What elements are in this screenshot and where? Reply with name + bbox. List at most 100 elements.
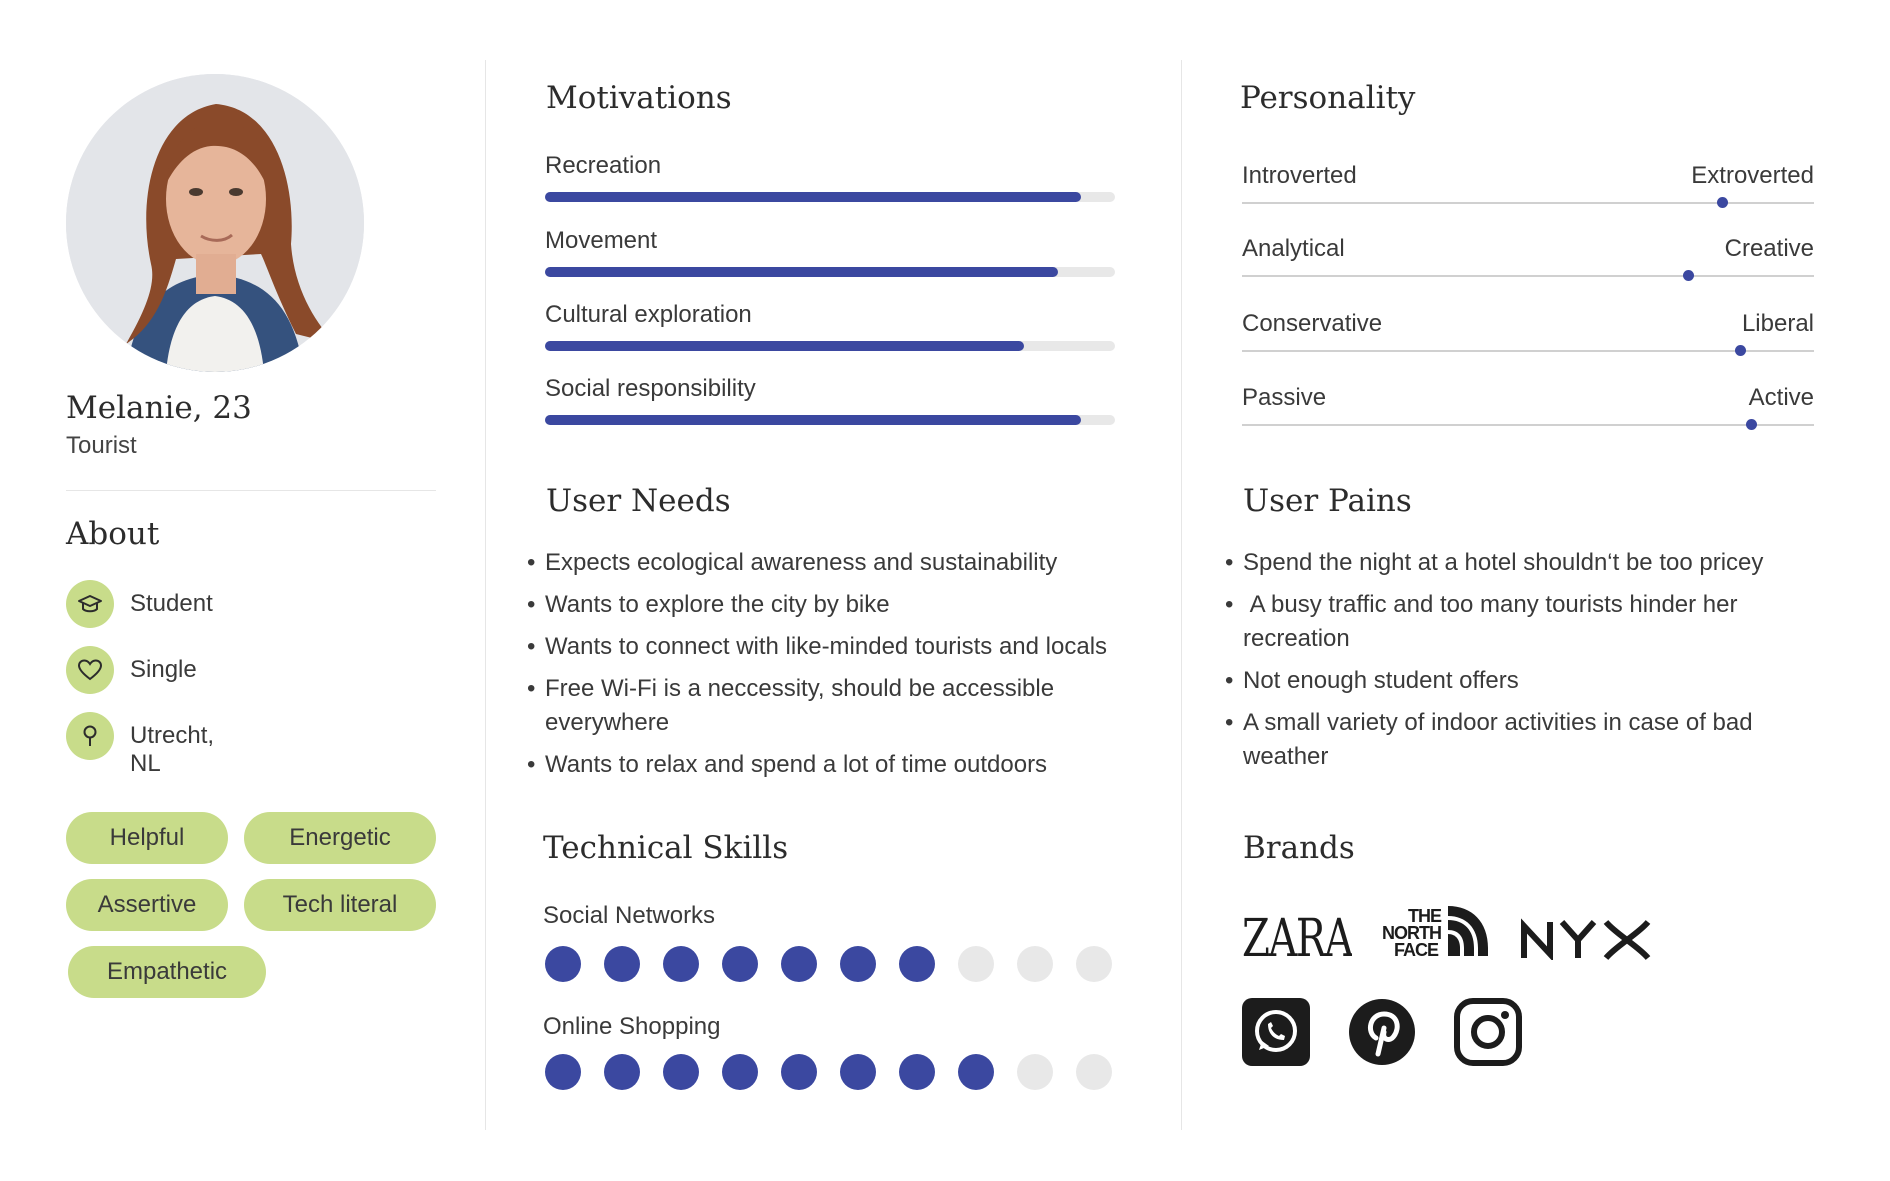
- motivation-label: Social responsibility: [545, 375, 756, 402]
- skill-dot-filled: [545, 1054, 581, 1090]
- skill-dot-empty: [1017, 946, 1053, 982]
- skill-dot-empty: [958, 946, 994, 982]
- instagram-icon: [1454, 998, 1522, 1066]
- scale-left-label: Conservative: [1242, 310, 1383, 337]
- about-item-label: Student: [130, 590, 213, 617]
- personality-scale: Introverted Extroverted: [1242, 162, 1814, 222]
- motivation-bar: [545, 192, 1081, 202]
- skill-dot-filled: [722, 946, 758, 982]
- pinterest-icon: [1348, 998, 1416, 1066]
- skill-dot-empty: [1076, 946, 1112, 982]
- zara-logo: ZARA: [1242, 909, 1357, 969]
- motivation-item: Social responsibility: [545, 375, 1115, 425]
- scale-line: [1242, 424, 1814, 426]
- about-heading: About: [66, 516, 160, 552]
- skill-dot-filled: [899, 946, 935, 982]
- scale-line: [1242, 202, 1814, 204]
- scale-right-label: Extroverted: [1691, 162, 1814, 189]
- skill-dot-filled: [781, 946, 817, 982]
- whatsapp-icon: [1242, 998, 1310, 1066]
- motivation-item: Cultural exploration: [545, 301, 1115, 351]
- user-pains-heading: User Pains: [1243, 483, 1412, 519]
- trait-tag: Empathetic: [68, 946, 266, 998]
- list-item: • Wants to explore the city by bike: [527, 591, 890, 618]
- skill-dot-filled: [604, 946, 640, 982]
- list-item: • A small variety of indoor activities in…: [1225, 709, 1753, 770]
- skill-dot-filled: [545, 946, 581, 982]
- location-pin-icon: [66, 712, 114, 760]
- motivation-track: [545, 267, 1115, 277]
- motivation-bar: [545, 267, 1058, 277]
- technical-skills-heading: Technical Skills: [543, 830, 789, 866]
- personality-scale: Analytical Creative: [1242, 235, 1814, 295]
- motivation-track: [545, 415, 1115, 425]
- skill-dot-filled: [840, 946, 876, 982]
- motivations-heading: Motivations: [546, 80, 732, 116]
- trait-tag: Energetic: [244, 812, 436, 864]
- persona-role: Tourist: [66, 432, 137, 459]
- skill-label: Social Networks: [543, 902, 716, 929]
- motivation-item: Movement: [545, 227, 1115, 277]
- skill-dot-filled: [958, 1054, 994, 1090]
- motivation-bar: [545, 415, 1081, 425]
- skill-dot-filled: [840, 1054, 876, 1090]
- trait-tag: Assertive: [66, 879, 228, 931]
- column-divider: [485, 60, 486, 1130]
- svg-text:ZARA: ZARA: [1242, 910, 1352, 960]
- heart-icon: [66, 646, 114, 694]
- scale-right-label: Active: [1748, 384, 1814, 411]
- motivation-label: Movement: [545, 227, 658, 254]
- personality-scale: Passive Active: [1242, 384, 1814, 444]
- scale-left-label: Introverted: [1242, 162, 1357, 189]
- about-item-label: Single: [130, 656, 197, 683]
- personality-scale: Conservative Liberal: [1242, 310, 1814, 370]
- column-divider: [1181, 60, 1182, 1130]
- list-item: • Spend the night at a hotel shouldn‘t be…: [1225, 549, 1764, 576]
- skill-dot-empty: [1076, 1054, 1112, 1090]
- scale-line: [1242, 350, 1814, 352]
- skill-dot-filled: [663, 1054, 699, 1090]
- skill-rating: [545, 946, 1145, 986]
- list-item: • Not enough student offers: [1225, 667, 1519, 694]
- list-item: • Wants to connect with like-minded touri…: [527, 633, 1108, 660]
- nyx-logo: [1520, 918, 1652, 962]
- trait-tag: Tech literal: [244, 879, 436, 931]
- skill-dot-filled: [781, 1054, 817, 1090]
- skill-label: Online Shopping: [543, 1013, 721, 1040]
- skill-dot-filled: [722, 1054, 758, 1090]
- skill-dot-filled: [663, 946, 699, 982]
- motivation-track: [545, 341, 1115, 351]
- brands-heading: Brands: [1243, 830, 1355, 866]
- scale-marker: [1734, 345, 1746, 356]
- scale-right-label: Liberal: [1741, 310, 1814, 337]
- the-north-face-logo: THE NORTH FACE: [1382, 904, 1490, 960]
- motivation-track: [545, 192, 1115, 202]
- scale-marker: [1683, 270, 1695, 281]
- list-item: • Free Wi-Fi is a neccessity, should be a…: [527, 675, 1055, 736]
- scale-marker: [1717, 197, 1729, 208]
- personality-heading: Personality: [1240, 80, 1416, 116]
- user-pains-list: • Spend the night at a hotel shouldn‘t be…: [1225, 546, 1812, 782]
- list-item: • A busy traffic and too many tourists h…: [1225, 591, 1745, 652]
- motivation-item: Recreation: [545, 152, 1115, 202]
- user-needs-list: • Expects ecological awareness and sustai…: [527, 546, 1149, 790]
- motivation-label: Cultural exploration: [545, 301, 752, 328]
- scale-left-label: Passive: [1242, 384, 1327, 411]
- logo-text: THE NORTH FACE: [1382, 906, 1445, 960]
- skill-dot-empty: [1017, 1054, 1053, 1090]
- scale-left-label: Analytical: [1242, 235, 1345, 262]
- skill-dot-filled: [899, 1054, 935, 1090]
- scale-right-label: Creative: [1724, 235, 1814, 262]
- graduation-cap-icon: [66, 580, 114, 628]
- persona-name: Melanie, 23: [66, 390, 252, 426]
- user-needs-heading: User Needs: [546, 483, 731, 519]
- list-item: • Wants to relax and spend a lot of time …: [527, 751, 1048, 778]
- scale-line: [1242, 275, 1814, 277]
- about-item-label: Utrecht, NL: [130, 722, 215, 777]
- scale-marker: [1746, 419, 1758, 430]
- avatar: [66, 74, 364, 372]
- motivation-bar: [545, 341, 1024, 351]
- motivation-label: Recreation: [545, 152, 662, 179]
- skill-dot-filled: [604, 1054, 640, 1090]
- skill-rating: [545, 1054, 1145, 1094]
